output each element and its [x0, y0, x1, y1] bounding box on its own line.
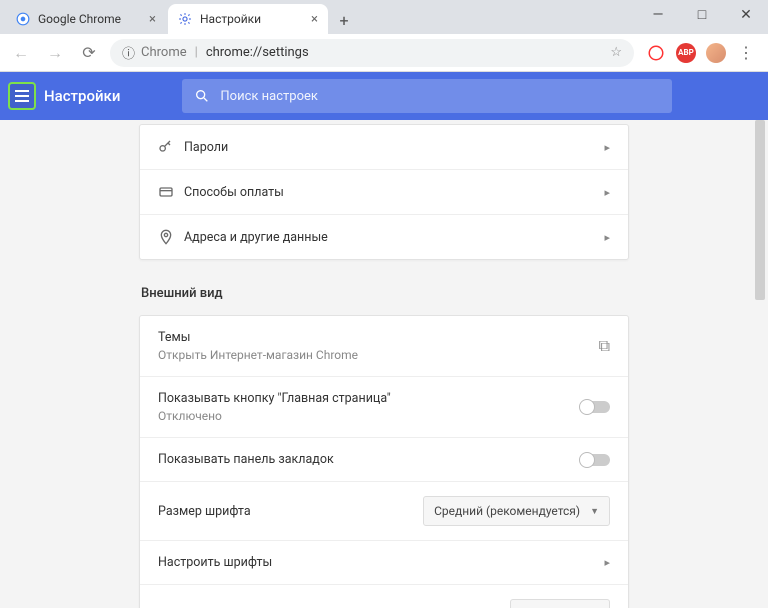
search-input[interactable] [220, 89, 660, 104]
autofill-card: Пароли ▸ Способы оплаты ▸ Адреса и други… [139, 124, 629, 260]
minimize-button[interactable]: — [636, 0, 680, 30]
themes-row[interactable]: Темы Открыть Интернет-магазин Chrome ⧉ [140, 316, 628, 376]
configure-fonts-row[interactable]: Настроить шрифты ▸ [140, 540, 628, 584]
yandex-extension-icon[interactable] [646, 43, 666, 63]
browser-menu-button[interactable]: ⋮ [736, 43, 756, 63]
home-button-toggle[interactable] [580, 401, 610, 413]
font-size-row: Размер шрифта Средний (рекомендуется) ▼ [140, 481, 628, 540]
chevron-right-icon: ▸ [604, 186, 610, 199]
tab-title: Настройки [200, 12, 261, 26]
chevron-right-icon: ▸ [604, 231, 610, 244]
card-icon [158, 184, 184, 200]
chevron-down-icon: ▼ [590, 506, 599, 517]
payment-methods-row[interactable]: Способы оплаты ▸ [140, 169, 628, 214]
address-path: chrome://settings [206, 45, 309, 60]
new-tab-button[interactable]: + [330, 6, 358, 34]
key-icon [158, 139, 184, 155]
settings-search[interactable] [182, 79, 672, 113]
tab-google-chrome[interactable]: Google Chrome × [6, 4, 166, 34]
address-host: Chrome [141, 45, 187, 60]
scrollbar-thumb[interactable] [755, 120, 765, 300]
settings-content: Пароли ▸ Способы оплаты ▸ Адреса и други… [0, 120, 768, 608]
forward-button[interactable]: → [42, 40, 68, 66]
close-tab-icon[interactable]: × [141, 12, 156, 27]
location-icon [158, 229, 184, 245]
close-tab-icon[interactable]: × [303, 12, 318, 27]
chrome-favicon [16, 12, 30, 26]
settings-header: Настройки [0, 72, 768, 120]
info-icon: ⓘ [122, 43, 135, 62]
bookmarks-bar-toggle[interactable] [580, 454, 610, 466]
appearance-card: Темы Открыть Интернет-магазин Chrome ⧉ П… [139, 315, 629, 608]
bookmarks-bar-row: Показывать панель закладок [140, 437, 628, 481]
gear-favicon [178, 12, 192, 26]
maximize-button[interactable]: □ [680, 0, 724, 30]
extension-icons: ABP ⋮ [642, 43, 760, 63]
font-size-select[interactable]: Средний (рекомендуется) ▼ [423, 496, 610, 526]
window-controls: — □ ✕ [636, 0, 768, 30]
address-bar[interactable]: ⓘ Chrome | chrome://settings ☆ [110, 39, 634, 67]
back-button[interactable]: ← [8, 40, 34, 66]
tab-settings[interactable]: Настройки × [168, 4, 328, 34]
page-zoom-select[interactable]: 100% ▼ [510, 599, 610, 608]
close-window-button[interactable]: ✕ [724, 0, 768, 30]
reload-button[interactable]: ⟳ [76, 40, 102, 66]
passwords-row[interactable]: Пароли ▸ [140, 125, 628, 169]
chevron-right-icon: ▸ [604, 556, 610, 569]
appearance-section-title: Внешний вид [141, 286, 629, 301]
home-button-row: Показывать кнопку "Главная страница" Отк… [140, 376, 628, 437]
external-link-icon: ⧉ [599, 336, 610, 356]
hamburger-icon [15, 90, 29, 102]
browser-toolbar: ← → ⟳ ⓘ Chrome | chrome://settings ☆ ABP… [0, 34, 768, 72]
chevron-right-icon: ▸ [604, 141, 610, 154]
star-icon[interactable]: ☆ [610, 45, 622, 60]
scrollbar-track [753, 120, 767, 600]
search-icon [194, 88, 210, 104]
hamburger-menu-button[interactable] [8, 82, 36, 110]
profile-avatar[interactable] [706, 43, 726, 63]
page-title: Настройки [44, 87, 120, 105]
page-zoom-row: Масштабирование страницы 100% ▼ [140, 584, 628, 608]
addresses-row[interactable]: Адреса и другие данные ▸ [140, 214, 628, 259]
tab-title: Google Chrome [38, 12, 121, 26]
adblock-extension-icon[interactable]: ABP [676, 43, 696, 63]
